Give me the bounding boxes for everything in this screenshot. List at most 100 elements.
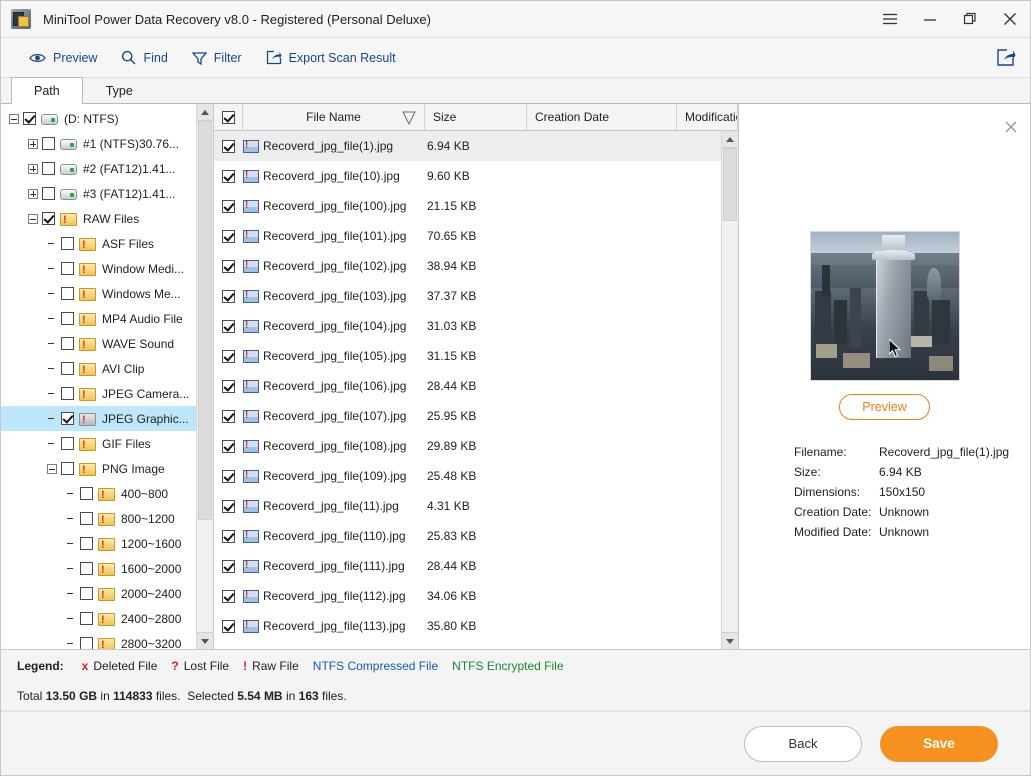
row-checkbox-cell[interactable] <box>214 139 243 153</box>
tree-item-checkbox[interactable] <box>80 512 93 525</box>
tree-scroll-track[interactable] <box>197 121 213 632</box>
table-row[interactable]: Recoverd_jpg_file(103).jpg 37.37 KB <box>214 281 721 311</box>
row-checkbox[interactable] <box>222 499 235 513</box>
table-row[interactable]: Recoverd_jpg_file(102).jpg 38.94 KB <box>214 251 721 281</box>
row-checkbox-cell[interactable] <box>214 559 243 573</box>
row-checkbox[interactable] <box>222 259 235 273</box>
share-export-icon[interactable] <box>996 48 1016 67</box>
table-row[interactable]: Recoverd_jpg_file(109).jpg 25.48 KB <box>214 461 721 491</box>
row-checkbox-cell[interactable] <box>214 199 243 213</box>
row-checkbox-cell[interactable] <box>214 349 243 363</box>
expand-icon[interactable] <box>28 188 38 199</box>
table-row[interactable]: Recoverd_jpg_file(114).jpg88.51 KB <box>214 641 721 650</box>
row-checkbox[interactable] <box>222 559 235 573</box>
list-scroll-up-button[interactable] <box>722 131 738 148</box>
select-all-checkbox-cell[interactable] <box>214 104 243 130</box>
tree-item[interactable]: 2400~2800 <box>1 606 196 631</box>
row-checkbox[interactable] <box>222 589 235 603</box>
tree-item[interactable]: PNG Image <box>1 456 196 481</box>
row-checkbox-cell[interactable] <box>214 379 243 393</box>
tree-item[interactable]: 800~1200 <box>1 506 196 531</box>
row-checkbox-cell[interactable] <box>214 499 243 513</box>
table-row[interactable]: Recoverd_jpg_file(112).jpg 34.06 KB <box>214 581 721 611</box>
row-checkbox[interactable] <box>222 349 235 363</box>
row-checkbox[interactable] <box>222 229 235 243</box>
row-checkbox-cell[interactable] <box>214 619 243 633</box>
tree-item[interactable]: MP4 Audio File <box>1 306 196 331</box>
tree-item-checkbox[interactable] <box>61 387 74 400</box>
tree-item-checkbox[interactable] <box>80 587 93 600</box>
row-checkbox-cell[interactable] <box>214 469 243 483</box>
aerial-cityscape-photo[interactable] <box>809 231 960 381</box>
tree-item-checkbox[interactable] <box>61 412 74 425</box>
column-header-size[interactable]: Size <box>425 104 527 130</box>
tree-item[interactable]: 400~800 <box>1 481 196 506</box>
list-scroll-track[interactable] <box>722 148 738 632</box>
tree-item[interactable]: #2 (FAT12)1.41... <box>1 156 196 181</box>
tree-item-checkbox[interactable] <box>42 137 55 150</box>
tree-item-checkbox[interactable] <box>23 112 36 125</box>
tree-item[interactable]: (D: NTFS) <box>1 106 196 131</box>
tree-item[interactable]: JPEG Camera... <box>1 381 196 406</box>
row-checkbox-cell[interactable] <box>214 169 243 183</box>
back-button[interactable]: Back <box>744 725 862 762</box>
row-checkbox[interactable] <box>222 409 235 423</box>
tree-item-checkbox[interactable] <box>61 437 74 450</box>
tree-item[interactable]: Window Medi... <box>1 256 196 281</box>
tree-item[interactable]: GIF Files <box>1 431 196 456</box>
tab-type[interactable]: Type <box>83 77 156 103</box>
row-checkbox[interactable] <box>222 439 235 453</box>
row-checkbox[interactable] <box>222 469 235 483</box>
toolbar-filter-button[interactable]: Filter <box>180 47 254 69</box>
toolbar-preview-button[interactable]: Preview <box>17 47 109 69</box>
tree-item-checkbox[interactable] <box>42 212 55 225</box>
tree-scroll-up-button[interactable] <box>197 104 213 121</box>
tree-scroll-thumb[interactable] <box>198 121 212 520</box>
tree-item-checkbox[interactable] <box>80 637 93 649</box>
collapse-icon[interactable] <box>47 463 57 474</box>
row-checkbox-cell[interactable] <box>214 589 243 603</box>
tree-item-checkbox[interactable] <box>61 312 74 325</box>
table-row[interactable]: Recoverd_jpg_file(108).jpg 29.89 KB <box>214 431 721 461</box>
row-checkbox-cell[interactable] <box>214 439 243 453</box>
table-row[interactable]: Recoverd_jpg_file(110).jpg 25.83 KB <box>214 521 721 551</box>
tree-item-checkbox[interactable] <box>80 562 93 575</box>
row-checkbox[interactable] <box>222 379 235 393</box>
row-checkbox[interactable] <box>222 529 235 543</box>
tree-item[interactable]: JPEG Graphic... <box>1 406 196 431</box>
column-header-file-name[interactable]: File Name <box>243 104 425 130</box>
tab-path[interactable]: Path <box>11 77 83 104</box>
hamburger-menu-icon[interactable] <box>870 1 910 38</box>
tree-item[interactable]: AVI Clip <box>1 356 196 381</box>
row-checkbox[interactable] <box>222 289 235 303</box>
table-row[interactable]: Recoverd_jpg_file(104).jpg 31.03 KB <box>214 311 721 341</box>
row-checkbox-cell[interactable] <box>214 409 243 423</box>
file-list-scrollbar[interactable] <box>721 131 738 649</box>
tree-item[interactable]: 1600~2000 <box>1 556 196 581</box>
tree-item-checkbox[interactable] <box>61 462 74 475</box>
tree-item-checkbox[interactable] <box>61 237 74 250</box>
tree-item-checkbox[interactable] <box>80 487 93 500</box>
collapse-icon[interactable] <box>9 113 19 124</box>
tree-item-checkbox[interactable] <box>61 262 74 275</box>
table-row[interactable]: Recoverd_jpg_file(1).jpg 6.94 KB <box>214 131 721 161</box>
collapse-icon[interactable] <box>28 213 38 224</box>
table-row[interactable]: Recoverd_jpg_file(106).jpg 28.44 KB <box>214 371 721 401</box>
save-button[interactable]: Save <box>880 725 998 762</box>
row-checkbox[interactable] <box>222 199 235 213</box>
minimize-icon[interactable] <box>910 1 950 38</box>
list-scroll-thumb[interactable] <box>723 148 737 221</box>
tree-item[interactable]: #1 (NTFS)30.76... <box>1 131 196 156</box>
toolbar-export-scan-result-button[interactable]: Export Scan Result <box>254 46 408 69</box>
table-row[interactable]: Recoverd_jpg_file(101).jpg 70.65 KB <box>214 221 721 251</box>
tree-item[interactable]: 2800~3200 <box>1 631 196 649</box>
row-checkbox[interactable] <box>222 169 235 183</box>
table-row[interactable]: Recoverd_jpg_file(10).jpg 9.60 KB <box>214 161 721 191</box>
tree-item-checkbox[interactable] <box>61 362 74 375</box>
tree-item-checkbox[interactable] <box>80 537 93 550</box>
tree-item[interactable]: RAW Files <box>1 206 196 231</box>
preview-button[interactable]: Preview <box>839 394 930 420</box>
table-row[interactable]: Recoverd_jpg_file(107).jpg 25.95 KB <box>214 401 721 431</box>
table-row[interactable]: Recoverd_jpg_file(100).jpg 21.15 KB <box>214 191 721 221</box>
tree-item-checkbox[interactable] <box>80 612 93 625</box>
